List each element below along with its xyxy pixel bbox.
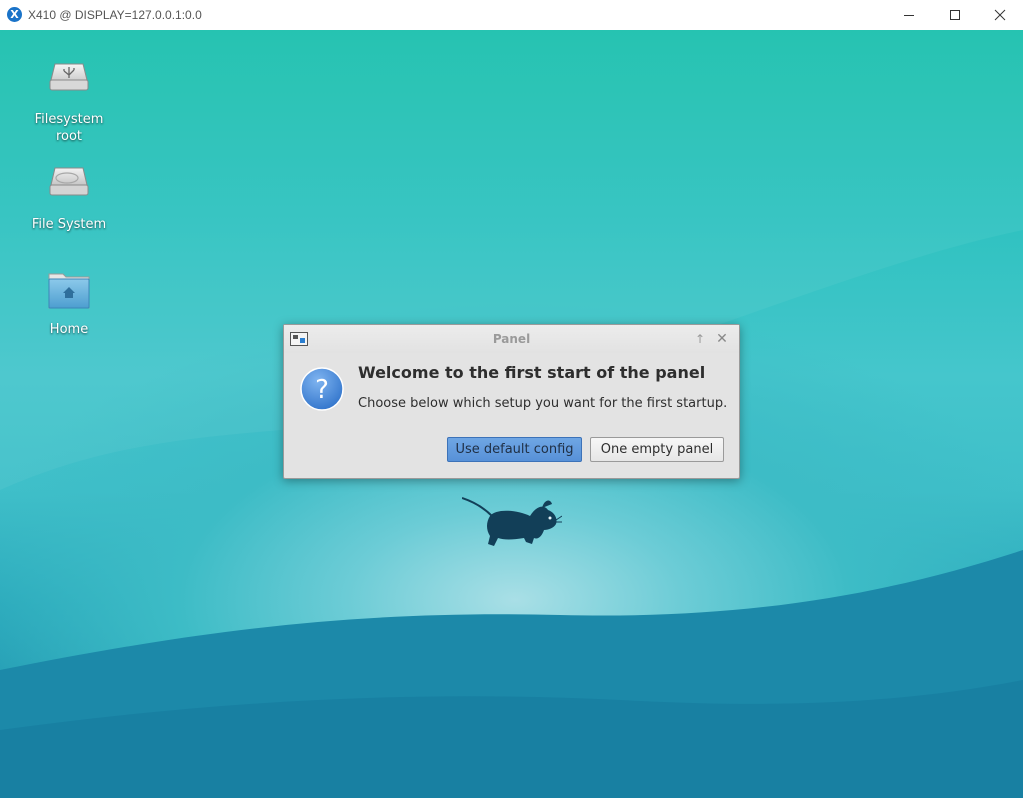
arrow-up-icon[interactable]: ↑ — [693, 331, 707, 347]
usb-drive-icon — [49, 63, 89, 91]
panel-welcome-dialog: Panel ↑ ✕ ? Welcome to the first start o… — [283, 324, 740, 479]
desktop-icon-label: Filesystem root — [34, 112, 104, 144]
dialog-title: Panel — [492, 332, 531, 346]
desktop-icon-label: Home — [49, 322, 89, 337]
xfce-mouse-logo — [462, 497, 562, 546]
home-folder-icon — [48, 273, 90, 309]
desktop-icon-label: File System — [31, 217, 107, 232]
close-button[interactable] — [977, 0, 1023, 29]
maximize-icon — [950, 9, 960, 20]
question-icon: ? — [300, 367, 344, 411]
desktop[interactable]: Filesystem root File System Home Panel ↑… — [0, 30, 1023, 798]
desktop-icon-filesystem-root[interactable]: Filesystem root — [24, 58, 114, 145]
minimize-button[interactable] — [886, 0, 932, 29]
host-window-title: X410 @ DISPLAY=127.0.0.1:0.0 — [28, 7, 202, 22]
desktop-icon-home[interactable]: Home — [24, 268, 114, 338]
one-empty-panel-button[interactable]: One empty panel — [590, 437, 724, 462]
use-default-config-button[interactable]: Use default config — [447, 437, 582, 462]
x410-app-icon: X — [7, 7, 22, 22]
maximize-button[interactable] — [932, 0, 978, 29]
desktop-icon-file-system[interactable]: File System — [24, 163, 114, 233]
host-title-bar[interactable]: X X410 @ DISPLAY=127.0.0.1:0.0 — [0, 0, 1023, 29]
close-icon — [994, 9, 1006, 20]
svg-text:?: ? — [315, 375, 329, 405]
dialog-heading: Welcome to the first start of the panel — [358, 363, 706, 382]
dialog-message: Choose below which setup you want for th… — [358, 396, 728, 411]
x410-window: X X410 @ DISPLAY=127.0.0.1:0.0 Filesyste… — [0, 0, 1023, 798]
dialog-close-icon[interactable]: ✕ — [714, 331, 730, 347]
dialog-title-bar[interactable]: Panel ↑ ✕ — [284, 325, 739, 353]
hard-drive-icon — [49, 167, 89, 196]
minimize-icon — [904, 14, 914, 16]
